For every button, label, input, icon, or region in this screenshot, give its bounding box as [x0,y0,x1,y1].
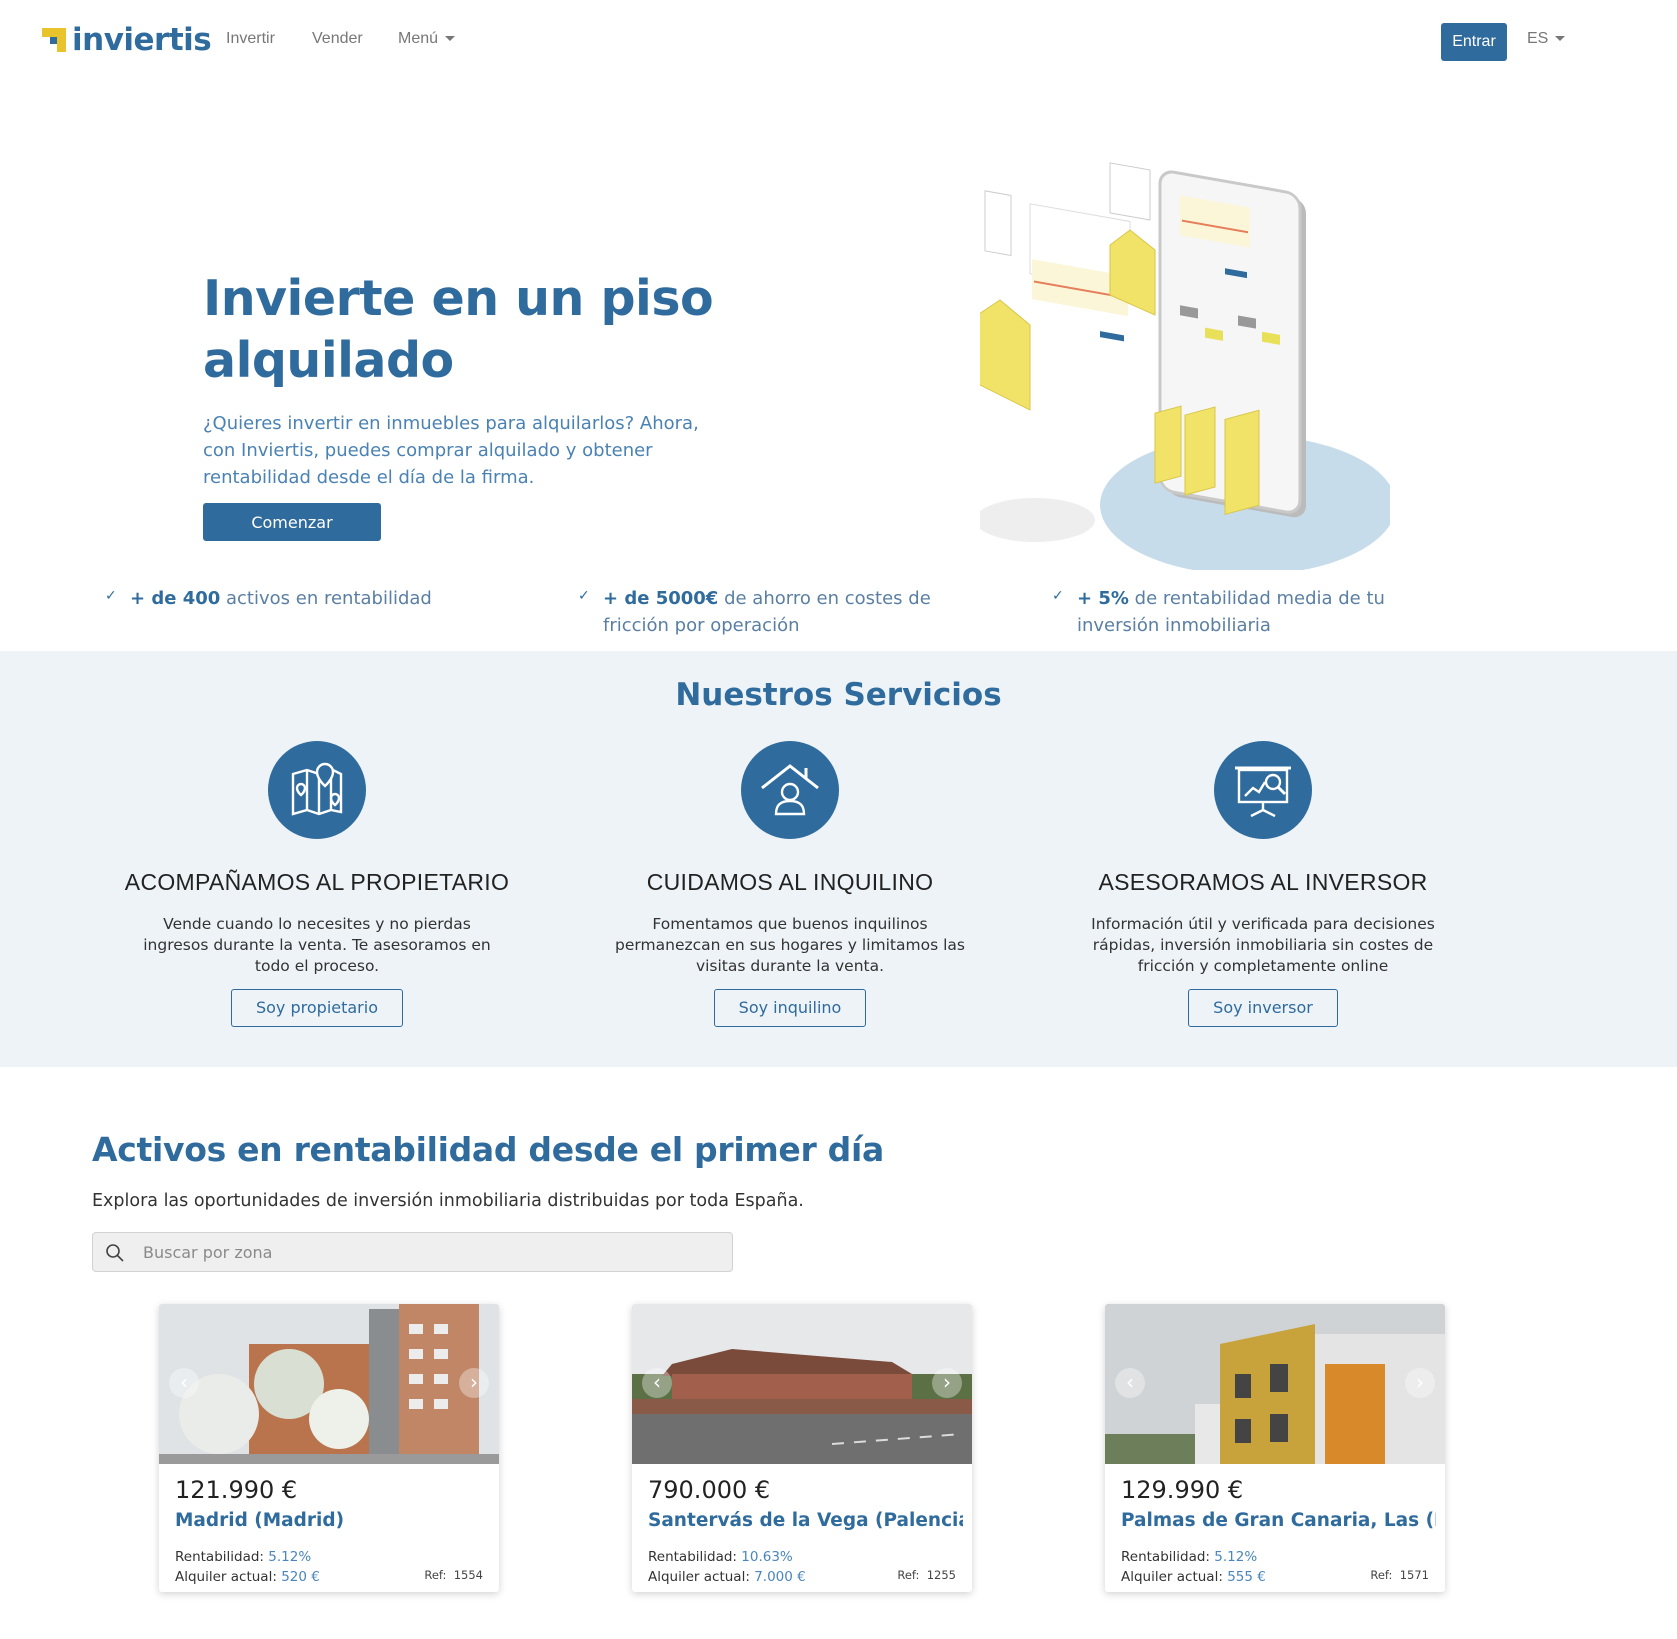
map-pins-icon [268,741,366,839]
owner-button[interactable]: Soy propietario [230,989,403,1027]
feature-bold: + de 5000€ [603,588,719,609]
feature-yield: ✓ + 5% de rentabilidad media de tu inver… [1052,585,1457,639]
chevron-down-icon [1555,36,1566,42]
nav-menu-label: Menú [398,30,439,47]
hero-text: ¿Quieres invertir en inmuebles para alqu… [203,413,699,488]
feature-assets: ✓ + de 400 activos en rentabilidad [105,585,510,612]
login-button[interactable]: Entrar [1441,23,1507,61]
property-price: 121.990 € [175,1476,298,1504]
current-rent-label: Alquiler actual: [175,1569,277,1585]
search-box [92,1232,733,1272]
hero-title: Invierte en un piso alquilado [203,270,714,389]
next-arrow-icon[interactable]: › [1405,1368,1435,1398]
rentability-value: 10.63% [741,1549,793,1565]
language-label: ES [1527,30,1549,47]
nav-link-vender[interactable]: Vender [312,30,363,48]
prev-arrow-icon[interactable]: ‹ [169,1368,199,1398]
logo-mark-icon [42,28,66,52]
nav-menu-dropdown[interactable]: Menú [398,30,456,48]
nav-link-invertir[interactable]: Invertir [226,30,275,48]
ref-label: Ref: [424,1568,447,1582]
property-location: Santervás de la Vega (Palencia) [648,1510,963,1531]
check-icon: ✓ [105,588,117,604]
property-photo: ‹ › [1105,1304,1445,1464]
property-card[interactable]: ‹ › 121.990 € Madrid (Madrid) Rentabilid… [159,1304,499,1592]
current-rent-value: 7.000 € [754,1569,806,1585]
next-arrow-icon[interactable]: › [459,1368,489,1398]
current-rent-value: 520 € [281,1569,320,1585]
current-rent-row: Alquiler actual: 7.000 € [648,1569,806,1585]
presentation-magnifier-icon [1214,741,1312,839]
service-text: Vende cuando lo necesites y no pierdas i… [143,915,491,975]
service-owner: ACOMPAÑAMOS AL PROPIETARIO Vende cuando … [117,741,517,1027]
property-location: Madrid (Madrid) [175,1510,345,1531]
rentability-value: 5.12% [268,1549,312,1565]
feature-bold: + 5% [1077,588,1129,609]
listings-title: Activos en rentabilidad desde el primer … [92,1130,884,1169]
tenant-button[interactable]: Soy inquilino [713,989,867,1027]
search-input[interactable] [143,1235,723,1269]
ref-value: 1571 [1399,1568,1429,1582]
property-location: Palmas de Gran Canaria, Las (L... [1121,1510,1436,1531]
chevron-down-icon [445,36,456,42]
rentability-label: Rentabilidad: [648,1549,737,1565]
service-investor: ASESORAMOS AL INVERSOR Información útil … [1063,741,1463,1027]
property-card[interactable]: ‹ › 129.990 € Palmas de Gran Canaria, La… [1105,1304,1445,1592]
property-card[interactable]: ‹ › 790.000 € Santervás de la Vega (Pale… [632,1304,972,1592]
search-icon [106,1244,124,1262]
next-arrow-icon[interactable]: › [932,1368,962,1398]
property-ref: Ref: 1571 [1370,1568,1429,1582]
rentability-value: 5.12% [1214,1549,1258,1565]
ref-value: 1554 [453,1568,483,1582]
prev-arrow-icon[interactable]: ‹ [1115,1368,1145,1398]
language-dropdown[interactable]: ES [1527,30,1566,48]
property-price: 129.990 € [1121,1476,1244,1504]
current-rent-value: 555 € [1227,1569,1266,1585]
brand-logo[interactable]: inviertis [42,22,212,58]
service-text: Fomentamos que buenos inquilinos permane… [615,915,965,975]
current-rent-row: Alquiler actual: 555 € [1121,1569,1266,1585]
service-tenant: CUIDAMOS AL INQUILINO Fomentamos que bue… [590,741,990,1027]
service-title: CUIDAMOS AL INQUILINO [646,869,934,895]
rentability-label: Rentabilidad: [175,1549,264,1565]
service-title: ACOMPAÑAMOS AL PROPIETARIO [124,869,510,895]
rentability-row: Rentabilidad: 5.12% [1121,1549,1257,1565]
ref-value: 1255 [926,1568,956,1582]
feature-text: activos en rentabilidad [220,588,432,609]
navbar: inviertis Invertir Vender Menú Entrar ES [0,0,1677,80]
property-ref: Ref: 1255 [897,1568,956,1582]
start-button[interactable]: Comenzar [203,503,381,541]
current-rent-label: Alquiler actual: [1121,1569,1223,1585]
property-photo: ‹ › [159,1304,499,1464]
services-section: Nuestros Servicios ACOMPAÑAMOS AL PROPIE… [0,651,1677,1067]
check-icon: ✓ [1052,588,1064,604]
feature-bold: + de 400 [130,588,221,609]
rentability-label: Rentabilidad: [1121,1549,1210,1565]
property-photo: ‹ › [632,1304,972,1464]
current-rent-label: Alquiler actual: [648,1569,750,1585]
investor-button[interactable]: Soy inversor [1188,989,1338,1027]
current-rent-row: Alquiler actual: 520 € [175,1569,320,1585]
house-person-icon [741,741,839,839]
brand-name: inviertis [72,22,212,58]
ref-label: Ref: [897,1568,920,1582]
service-title: ASESORAMOS AL INVERSOR [1098,869,1428,895]
rentability-row: Rentabilidad: 10.63% [648,1549,793,1565]
ref-label: Ref: [1370,1568,1393,1582]
check-icon: ✓ [578,588,590,604]
rentability-row: Rentabilidad: 5.12% [175,1549,311,1565]
prev-arrow-icon[interactable]: ‹ [642,1368,672,1398]
feature-savings: ✓ + de 5000€ de ahorro en costes de fric… [578,585,983,639]
services-title: Nuestros Servicios [675,677,1002,713]
listings-subtitle: Explora las oportunidades de inversión i… [92,1191,804,1211]
hero-phone-illustration [980,162,1390,570]
property-ref: Ref: 1554 [424,1568,483,1582]
property-price: 790.000 € [648,1476,771,1504]
service-text: Información útil y verificada para decis… [1091,915,1435,975]
